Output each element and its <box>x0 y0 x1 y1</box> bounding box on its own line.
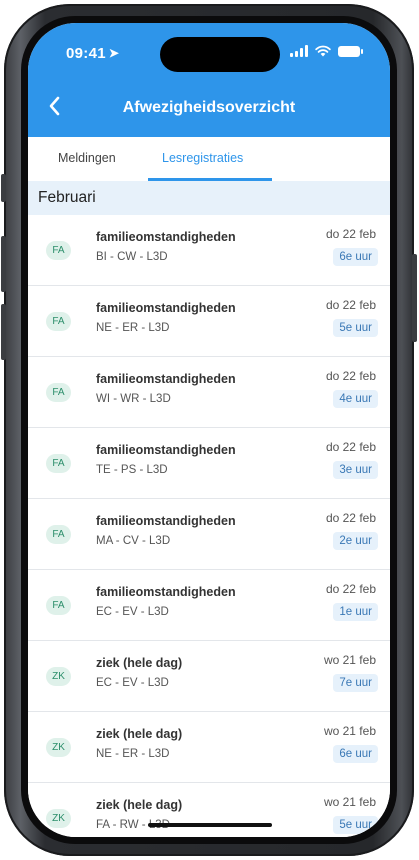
location-arrow-icon: ➤ <box>108 46 120 60</box>
absence-date: do 22 feb <box>325 582 376 596</box>
list-item[interactable]: FA familieomstandigheden WI - WR - L3D d… <box>28 357 390 428</box>
absence-date: do 22 feb <box>325 369 376 383</box>
absence-reason: familieomstandigheden <box>96 585 236 599</box>
absence-reason: ziek (hele dag) <box>96 727 183 741</box>
list-item[interactable]: FA familieomstandigheden NE - ER - L3D d… <box>28 286 390 357</box>
lesson-hour-badge: 6e uur <box>333 745 378 763</box>
screen: 09:41 ➤ Afwezigheidsoverzicht Meldingen … <box>28 23 390 837</box>
system-icons <box>290 45 363 57</box>
absence-reason: familieomstandigheden <box>96 372 236 386</box>
status-bar: 09:41 ➤ <box>28 23 390 79</box>
list-item[interactable]: FA familieomstandigheden TE - PS - L3D d… <box>28 428 390 499</box>
section-header: Februari <box>28 181 390 216</box>
page-title: Afwezigheidsoverzicht <box>122 99 296 116</box>
absence-date: do 22 feb <box>325 511 376 525</box>
absence-code-badge: ZK <box>46 738 71 757</box>
list-item[interactable]: ZK ziek (hele dag) FA - RW - L3D wo 21 f… <box>28 783 390 837</box>
tab-lesregistraties[interactable]: Lesregistraties <box>162 151 243 165</box>
lesson-code: WI - WR - L3D <box>96 393 171 405</box>
absence-reason: familieomstandigheden <box>96 301 236 315</box>
absence-code-badge: FA <box>46 596 71 615</box>
lesson-code: TE - PS - L3D <box>96 464 168 476</box>
lesson-code: EC - EV - L3D <box>96 606 169 618</box>
absence-reason: familieomstandigheden <box>96 443 236 457</box>
lesson-code: NE - ER - L3D <box>96 322 170 334</box>
tab-meldingen[interactable]: Meldingen <box>58 151 116 165</box>
absence-date: do 22 feb <box>325 440 376 454</box>
lesson-hour-badge: 5e uur <box>333 816 378 834</box>
lesson-hour-badge: 4e uur <box>333 390 378 408</box>
lesson-hour-badge: 6e uur <box>333 248 378 266</box>
lesson-hour-badge: 5e uur <box>333 319 378 337</box>
lesson-code: NE - ER - L3D <box>96 748 170 760</box>
lesson-code: BI - CW - L3D <box>96 251 168 263</box>
absence-code-badge: FA <box>46 454 71 473</box>
lesson-code: EC - EV - L3D <box>96 677 169 689</box>
absence-reason: ziek (hele dag) <box>96 656 183 670</box>
absence-code-badge: FA <box>46 525 71 544</box>
absence-code-badge: FA <box>46 312 71 331</box>
signal-icon <box>290 45 308 57</box>
section-title: Februari <box>38 189 96 206</box>
lesson-hour-badge: 2e uur <box>333 532 378 550</box>
wifi-icon <box>315 45 331 57</box>
lesson-hour-badge: 7e uur <box>333 674 378 692</box>
mute-switch <box>1 174 6 202</box>
battery-icon <box>338 45 363 57</box>
tab-bar: Meldingen Lesregistraties <box>28 137 390 182</box>
absence-code-badge: FA <box>46 241 71 260</box>
app-bar: Afwezigheidsoverzicht <box>28 79 390 137</box>
lesson-hour-badge: 3e uur <box>333 461 378 479</box>
status-time-text: 09:41 <box>66 45 106 62</box>
list-item[interactable]: FA familieomstandigheden EC - EV - L3D d… <box>28 570 390 641</box>
absence-reason: familieomstandigheden <box>96 514 236 528</box>
list-item[interactable]: FA familieomstandigheden MA - CV - L3D d… <box>28 499 390 570</box>
volume-up-button <box>1 236 6 292</box>
absence-date: do 22 feb <box>325 298 376 312</box>
screen-bezel: 09:41 ➤ Afwezigheidsoverzicht Meldingen … <box>21 16 397 844</box>
absence-date: do 22 feb <box>325 227 376 241</box>
absence-code-badge: FA <box>46 383 71 402</box>
absence-reason: familieomstandigheden <box>96 230 236 244</box>
lesson-code: MA - CV - L3D <box>96 535 171 547</box>
list-item[interactable]: ZK ziek (hele dag) EC - EV - L3D wo 21 f… <box>28 641 390 712</box>
absence-list: FA familieomstandigheden BI - CW - L3D d… <box>28 215 390 837</box>
absence-date: wo 21 feb <box>323 724 376 738</box>
volume-down-button <box>1 304 6 360</box>
dynamic-island <box>160 37 280 72</box>
absence-code-badge: ZK <box>46 809 71 828</box>
list-item[interactable]: FA familieomstandigheden BI - CW - L3D d… <box>28 215 390 286</box>
home-indicator[interactable] <box>148 823 272 827</box>
absence-code-badge: ZK <box>46 667 71 686</box>
absence-date: wo 21 feb <box>323 795 376 809</box>
lesson-hour-badge: 1e uur <box>333 603 378 621</box>
status-time: 09:41 ➤ <box>66 45 119 62</box>
phone-frame: 09:41 ➤ Afwezigheidsoverzicht Meldingen … <box>1 4 417 856</box>
absence-reason: ziek (hele dag) <box>96 798 183 812</box>
power-button <box>412 254 417 342</box>
absence-date: wo 21 feb <box>323 653 376 667</box>
list-item[interactable]: ZK ziek (hele dag) NE - ER - L3D wo 21 f… <box>28 712 390 783</box>
